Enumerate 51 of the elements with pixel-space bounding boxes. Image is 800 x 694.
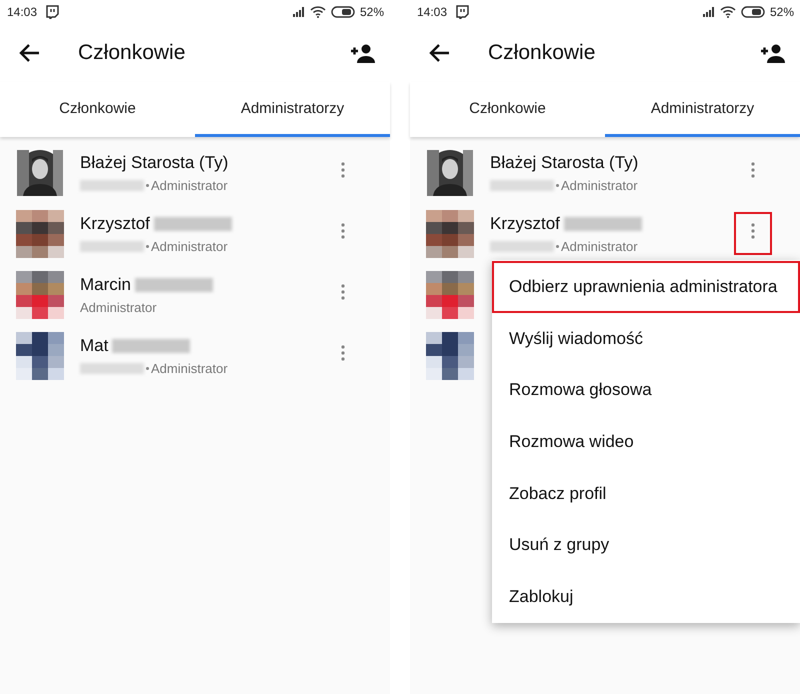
status-time: 14:03: [7, 5, 38, 19]
tab[interactable]: Członkowie: [410, 82, 605, 137]
tab[interactable]: Administratorzy: [195, 82, 390, 137]
member-role: Administrator: [561, 178, 638, 192]
menu-item[interactable]: Zobacz profil: [492, 468, 800, 520]
menu-item[interactable]: Rozmowa głosowa: [492, 364, 800, 416]
member-role: Administrator: [80, 300, 157, 314]
menu-item[interactable]: Zablokuj: [492, 571, 800, 624]
more-icon: [341, 162, 345, 178]
more-icon: [751, 223, 755, 239]
member-role: Administrator: [151, 360, 228, 376]
member-name: Marcin: [80, 274, 132, 294]
screen-title: Członkowie: [488, 41, 596, 65]
signal-icon: [292, 7, 305, 17]
member-role: Administrator: [561, 238, 638, 254]
member-name: Krzysztof: [490, 214, 560, 234]
member-name: Błażej Starosta (Ty): [490, 152, 638, 172]
chat-icon: [455, 5, 470, 19]
menu-item[interactable]: Rozmowa wideo: [492, 416, 800, 468]
menu-item[interactable]: Usuń z grupy: [492, 520, 800, 572]
add-person-icon[interactable]: [350, 43, 376, 63]
separator-dot: [146, 184, 149, 186]
battery-level: 52%: [770, 5, 794, 19]
status-time: 14:03: [417, 5, 448, 19]
more-icon: [751, 162, 755, 178]
more-icon: [341, 284, 345, 300]
member-role: Administrator: [151, 238, 228, 254]
wifi-icon: [720, 6, 736, 18]
more-icon: [341, 223, 345, 239]
tab[interactable]: Członkowie: [0, 82, 195, 137]
chat-icon: [45, 5, 60, 19]
tab[interactable]: Administratorzy: [605, 82, 800, 137]
separator-dot: [146, 244, 149, 248]
separator-dot: [556, 244, 559, 248]
member-name: Krzysztof: [80, 214, 150, 234]
more-icon: [341, 345, 345, 361]
member-name: Mat: [80, 336, 108, 356]
separator-dot: [556, 184, 559, 186]
battery-icon: [740, 6, 765, 18]
member-role: Administrator: [151, 178, 228, 192]
battery-level: 52%: [360, 5, 384, 19]
wifi-icon: [310, 6, 326, 18]
separator-dot: [146, 366, 149, 370]
signal-icon: [702, 7, 715, 17]
menu-item[interactable]: Wyślij wiadomość: [492, 312, 800, 364]
member-name: Błażej Starosta (Ty): [80, 152, 228, 172]
more-options-button[interactable]: [734, 212, 772, 255]
add-person-icon[interactable]: [760, 43, 786, 63]
menu-item[interactable]: Odbierz uprawnienia administratora: [492, 261, 800, 313]
battery-icon: [330, 6, 355, 18]
screen-title: Członkowie: [78, 41, 186, 65]
